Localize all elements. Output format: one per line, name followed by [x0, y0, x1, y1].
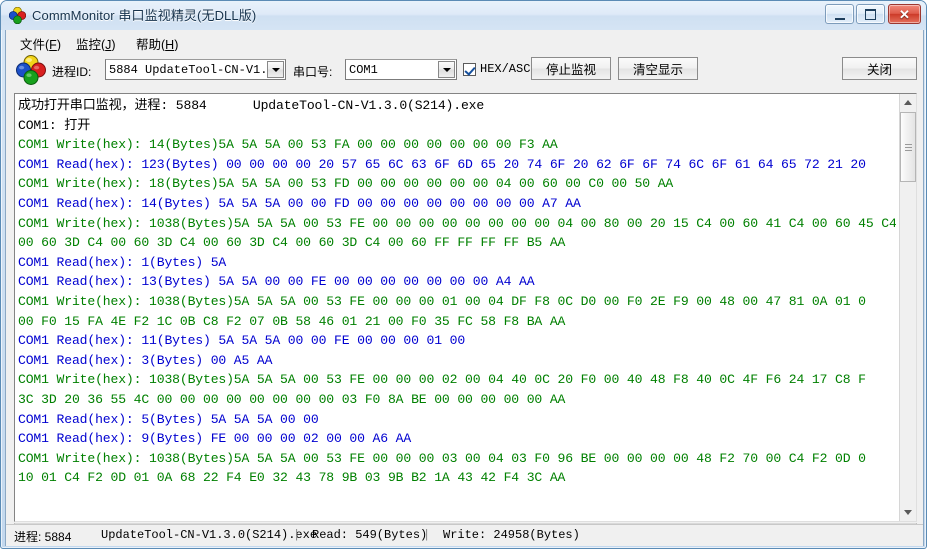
process-id-label: 进程ID:	[52, 65, 92, 79]
maximize-icon	[857, 5, 884, 23]
log-line: COM1 Write(hex): 14(Bytes)5A 5A 5A 00 53…	[18, 137, 558, 153]
minimize-button[interactable]	[825, 4, 854, 24]
port-combo[interactable]: COM1	[345, 59, 457, 80]
close-window-button[interactable]: ✕	[888, 4, 921, 24]
log-line: 3C 3D 20 36 55 4C 00 00 00 00 00 00 00 0…	[18, 391, 566, 407]
menu-help-label: 帮助(	[136, 38, 166, 52]
status-exe-name: UpdateTool-CN-V1.3.0(S214).exe	[101, 528, 318, 542]
status-write-bytes: Write: 24958(Bytes)	[443, 528, 580, 542]
log-line: COM1 Write(hex): 18(Bytes)5A 5A 5A 00 53…	[18, 176, 674, 192]
status-bar: 进程: 5884 UpdateTool-CN-V1.3.0(S214).exe …	[6, 524, 923, 546]
stop-monitor-button[interactable]: 停止监视	[531, 57, 611, 80]
checkbox-checked-icon[interactable]	[463, 63, 476, 76]
status-process: 进程: 5884	[14, 530, 72, 544]
log-line: 00 F0 15 FA 4E F2 1C 0B C8 F2 07 0B 58 4…	[18, 313, 566, 329]
process-id-combo[interactable]: 5884 UpdateTool-CN-V1.	[105, 59, 286, 80]
cloverleaf-icon	[9, 7, 26, 24]
menu-file-tail: )	[56, 38, 61, 52]
vertical-scrollbar-thumb[interactable]	[900, 112, 916, 182]
log-line: COM1 Read(hex): 1(Bytes) 5A	[18, 254, 227, 270]
port-label: 串口号:	[293, 65, 333, 79]
status-separator: |	[293, 528, 301, 542]
menu-file-label: 文件(	[20, 38, 50, 52]
log-line: COM1 Read(hex): 123(Bytes) 00 00 00 00 2…	[18, 156, 866, 172]
log-line: 10 01 C4 F2 0D 01 0A 68 22 F4 E0 32 43 7…	[18, 470, 566, 486]
hex-asc-label: HEX/ASC	[480, 62, 531, 76]
client-area: 文件(F) 监控(J) 帮助(H) 进程ID: 5884 UpdateTool-…	[5, 30, 924, 546]
close-icon: ✕	[899, 6, 910, 22]
status-separator: |	[423, 528, 431, 542]
menu-monitor-tail: )	[111, 38, 116, 52]
log-line: 00 60 3D C4 00 60 3D C4 00 60 3D C4 00 6…	[18, 235, 566, 251]
window-title: CommMonitor 串口监视精灵(无DLL版)	[32, 8, 257, 23]
scroll-down-arrow-icon[interactable]	[900, 504, 916, 521]
minimize-icon	[826, 5, 853, 23]
menu-monitor-label: 监控(	[76, 38, 106, 52]
status-read-bytes: Read: 549(Bytes)	[312, 528, 428, 542]
menu-help-accel: H	[165, 38, 175, 52]
cloverleaf-logo-icon	[16, 55, 46, 85]
menu-file-accel: F	[49, 38, 57, 52]
log-line: 成功打开串口监视，进程: 5884 UpdateTool-CN-V1.3.0(S…	[18, 98, 485, 113]
log-line: COM1 Read(hex): 13(Bytes) 5A 5A 00 00 FE…	[18, 274, 535, 290]
log-line: COM1 Read(hex): 3(Bytes) 00 A5 AA	[18, 352, 273, 368]
title-bar[interactable]: CommMonitor 串口监视精灵(无DLL版) ✕	[1, 1, 926, 30]
log-line: COM1 Read(hex): 5(Bytes) 5A 5A 5A 00 00	[18, 411, 319, 427]
log-panel[interactable]: 成功打开串口监视，进程: 5884 UpdateTool-CN-V1.3.0(S…	[14, 93, 917, 522]
log-line: COM1 Read(hex): 11(Bytes) 5A 5A 5A 00 00…	[18, 333, 466, 349]
scroll-up-arrow-icon[interactable]	[900, 94, 916, 111]
log-line: COM1 Write(hex): 1038(Bytes)5A 5A 5A 00 …	[18, 215, 896, 231]
log-vertical-scrollbar[interactable]	[899, 94, 916, 521]
log-line: COM1: 打开	[18, 117, 91, 133]
log-line: COM1 Read(hex): 14(Bytes) 5A 5A 5A 00 00…	[18, 195, 581, 211]
log-line: COM1 Write(hex): 1038(Bytes)5A 5A 5A 00 …	[18, 450, 866, 466]
log-line: COM1 Read(hex): 9(Bytes) FE 00 00 00 02 …	[18, 431, 412, 447]
log-text: 成功打开串口监视，进程: 5884 UpdateTool-CN-V1.3.0(S…	[18, 96, 896, 488]
maximize-button[interactable]	[856, 4, 885, 24]
chevron-down-icon[interactable]	[267, 61, 284, 78]
toolbar: 进程ID: 5884 UpdateTool-CN-V1. 串口号: COM1 H…	[6, 51, 923, 90]
log-line: COM1 Write(hex): 1038(Bytes)5A 5A 5A 00 …	[18, 293, 866, 309]
menu-bar: 文件(F) 监控(J) 帮助(H)	[6, 30, 923, 52]
log-line: COM1 Write(hex): 1038(Bytes)5A 5A 5A 00 …	[18, 372, 866, 388]
menu-help-tail: )	[174, 38, 179, 52]
app-window: CommMonitor 串口监视精灵(无DLL版) ✕ 文件(F) 监控(J) …	[0, 0, 927, 549]
close-app-button[interactable]: 关闭	[842, 57, 917, 80]
clear-display-button[interactable]: 清空显示	[618, 57, 698, 80]
chevron-down-icon[interactable]	[438, 61, 455, 78]
process-id-value: 5884 UpdateTool-CN-V1.	[109, 63, 268, 77]
port-value: COM1	[349, 63, 378, 77]
